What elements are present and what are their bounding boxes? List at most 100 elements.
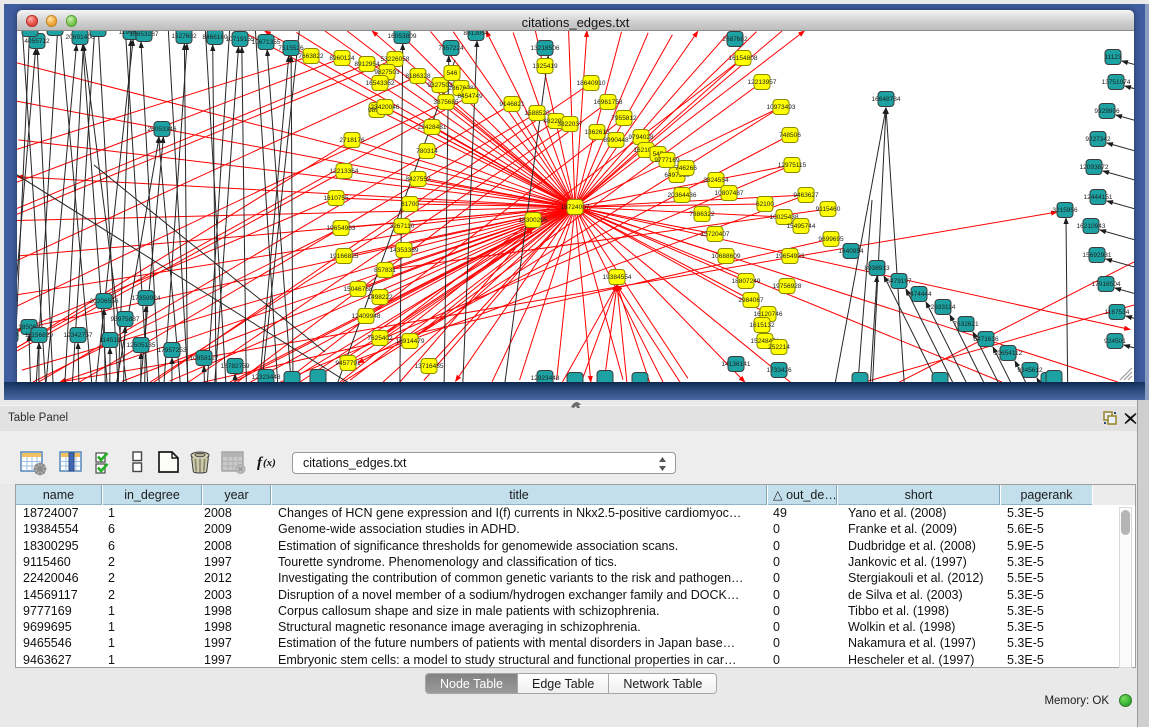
svg-text:12975115: 12975115: [778, 162, 807, 169]
svg-text:16053809: 16053809: [388, 33, 417, 40]
svg-text:10719155: 10719155: [226, 36, 255, 43]
svg-text:857831: 857831: [374, 267, 396, 274]
svg-text:7955812: 7955812: [611, 115, 637, 122]
svg-text:18724007: 18724007: [561, 204, 590, 211]
svg-text:19654963: 19654963: [327, 225, 356, 232]
svg-text:9463627: 9463627: [793, 192, 819, 199]
svg-text:17957253: 17957253: [158, 347, 187, 354]
svg-text:8466160: 8466160: [202, 34, 228, 41]
svg-text:39154: 39154: [17, 332, 19, 339]
svg-text:15046768: 15046768: [344, 286, 373, 293]
svg-text:8186328: 8186328: [405, 73, 431, 80]
svg-text:9115460: 9115460: [816, 206, 841, 213]
svg-text:16154808: 16154808: [729, 55, 758, 62]
svg-text:1615132: 1615132: [749, 322, 775, 329]
svg-text:11123: 11123: [1104, 54, 1121, 61]
svg-text:3822037: 3822037: [557, 121, 583, 128]
svg-text:12093872: 12093872: [1080, 164, 1109, 171]
svg-text:16782759: 16782759: [221, 363, 250, 370]
svg-text:8990448: 8990448: [603, 137, 629, 144]
svg-text:2984067: 2984067: [738, 297, 764, 304]
svg-text:2933114: 2933114: [931, 304, 956, 311]
svg-text:(x): (x): [263, 457, 276, 469]
svg-text:8938913: 8938913: [864, 265, 890, 272]
svg-text:17016504: 17016504: [1092, 281, 1121, 288]
svg-text:9474444: 9474444: [906, 291, 932, 298]
svg-text:7663822: 7663822: [298, 53, 324, 60]
svg-text:252214: 252214: [768, 344, 790, 351]
svg-text:7857224: 7857224: [438, 45, 464, 52]
svg-text:1588520: 1588520: [524, 110, 550, 117]
svg-text:10973493: 10973493: [767, 104, 796, 111]
svg-text:8960124: 8960124: [329, 55, 355, 62]
svg-text:16648784: 16648784: [872, 96, 901, 103]
svg-text:93975887: 93975887: [111, 316, 140, 323]
svg-text:8471636: 8471636: [973, 336, 999, 343]
svg-text:9227342: 9227342: [1085, 136, 1111, 143]
svg-text:13716485: 13716485: [415, 363, 444, 370]
svg-text:13751074: 13751074: [1102, 79, 1131, 86]
svg-text:10653287: 10653287: [130, 31, 159, 38]
svg-text:10671355: 10671355: [252, 39, 281, 46]
svg-text:12923448: 12923448: [531, 375, 560, 382]
svg-text:7515526: 7515526: [278, 45, 304, 52]
svg-text:18640910: 18640910: [577, 80, 606, 87]
svg-text:8813054: 8813054: [463, 31, 489, 37]
svg-text:9777169: 9777169: [654, 157, 680, 164]
svg-text:6479197: 6479197: [886, 278, 912, 285]
svg-text:15692931: 15692931: [1083, 252, 1112, 259]
svg-text:9699695: 9699695: [818, 236, 844, 243]
svg-text:16543362: 16543362: [366, 80, 395, 87]
svg-text:7625402: 7625402: [367, 335, 393, 342]
svg-text:12213957: 12213957: [748, 79, 777, 86]
svg-text:14353369: 14353369: [390, 247, 419, 254]
svg-text:3267110: 3267110: [390, 223, 415, 230]
svg-text:9794028: 9794028: [628, 134, 654, 141]
svg-text:18300295: 18300295: [519, 217, 548, 224]
svg-text:18807249: 18807249: [732, 278, 761, 285]
svg-text:2687682: 2687682: [722, 36, 748, 43]
svg-text:53226058: 53226058: [381, 56, 410, 63]
svg-text:9329906: 9329906: [1094, 108, 1120, 115]
svg-text:1325419: 1325419: [532, 63, 558, 70]
svg-text:23420046: 23420046: [371, 104, 400, 111]
svg-text:3824554: 3824554: [703, 177, 729, 184]
svg-text:10958127: 10958127: [190, 355, 219, 362]
svg-text:81700: 81700: [401, 201, 419, 208]
svg-text:16914479: 16914479: [396, 338, 425, 345]
svg-text:11156829: 11156829: [25, 332, 53, 339]
svg-text:924501: 924501: [1104, 338, 1126, 345]
svg-text:7886322: 7886322: [689, 211, 715, 218]
svg-text:20364436: 20364436: [668, 192, 697, 199]
svg-text:10807487: 10807487: [715, 190, 744, 197]
svg-text:1362615: 1362615: [584, 129, 610, 136]
svg-text:10654112: 10654112: [994, 350, 1023, 357]
svg-text:7632621: 7632621: [953, 321, 979, 328]
svg-text:16961758: 16961758: [594, 99, 623, 106]
svg-text:13218506: 13218506: [531, 45, 560, 52]
svg-text:1610755: 1610755: [323, 195, 349, 202]
svg-text:19166825: 19166825: [330, 253, 359, 260]
svg-text:9457791: 9457791: [335, 360, 361, 367]
svg-text:1733426: 1733426: [766, 367, 792, 374]
svg-text:780314: 780314: [416, 148, 438, 155]
svg-text:546: 546: [447, 70, 458, 77]
svg-text:114519: 114519: [99, 337, 121, 344]
svg-text:12213364: 12213364: [330, 168, 359, 175]
svg-text:16210943: 16210943: [1077, 223, 1106, 230]
svg-text:62100: 62100: [756, 201, 774, 208]
svg-text:2718176: 2718176: [339, 137, 365, 144]
svg-text:1527602: 1527602: [171, 33, 197, 40]
svg-text:19384554: 19384554: [603, 274, 632, 281]
svg-text:9245612: 9245612: [1017, 367, 1043, 374]
svg-text:8427552: 8427552: [405, 176, 431, 183]
svg-text:12505135: 12505135: [127, 342, 156, 349]
svg-text:3875685: 3875685: [433, 99, 459, 106]
svg-text:12444151: 12444151: [1084, 194, 1113, 201]
svg-text:1498222: 1498222: [367, 294, 393, 301]
svg-text:14136141: 14136141: [722, 361, 751, 368]
svg-text:8912954: 8912954: [354, 61, 380, 68]
svg-text:15495744: 15495744: [787, 223, 816, 230]
svg-text:12409948: 12409948: [352, 313, 381, 320]
svg-text:3215956: 3215956: [1052, 207, 1078, 214]
